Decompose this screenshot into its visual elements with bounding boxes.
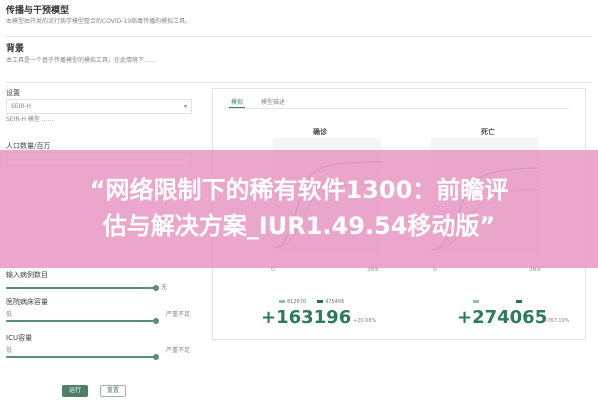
legend-swatch [516, 300, 523, 303]
overlay-banner: “网络限制下的稀有软件1300：前瞻评 估与解决方案_IUR1.49.54移动版… [0, 150, 598, 268]
slider-fill [6, 320, 156, 322]
divider [6, 82, 592, 83]
model-select-value: SEIR-H [11, 103, 31, 110]
banner-line-1: “网络限制下的稀有软件1300：前瞻评 [89, 176, 509, 204]
slider-handle[interactable] [153, 354, 159, 360]
section-label: 输入病例数目 [6, 271, 48, 279]
slider-group-1: 输入病例数目 无 [6, 270, 196, 293]
legend-swatch [473, 300, 479, 303]
slider-group-3: ICU容量 低 严重不足 [6, 333, 196, 360]
chevron-down-icon: ▾ [183, 103, 187, 110]
controls-heading: 设置 [6, 89, 20, 97]
reset-button[interactable]: 重置 [100, 385, 126, 397]
slider-fill [6, 287, 156, 289]
slider-right-label: 严重不足 [166, 347, 191, 354]
slider-handle[interactable] [153, 318, 159, 324]
divider [6, 36, 592, 37]
chart-title-confirmed: 确诊 [313, 128, 327, 136]
run-button[interactable]: 运行 [62, 385, 88, 397]
slider-left-label: 低 [6, 311, 13, 318]
slider-left-label: 低 [6, 347, 13, 354]
page-title: 传播与干预模型 [6, 6, 70, 16]
tab-simulation[interactable]: 模拟 [231, 98, 243, 107]
legend-swatch [279, 300, 285, 303]
background-text: 本工具是一个基于传播模型的模拟工具，在此情境下…… [6, 57, 157, 64]
legend-label: 812670 [287, 298, 307, 305]
stat-deaths: +274065 [457, 307, 548, 328]
stat-pct-confirmed: +20.08% [353, 318, 377, 324]
chart-title-deaths: 死亡 [481, 128, 495, 136]
intro-text: 本模型由开发的流行病学模型整合的COVID-19病毒传播的模拟工具。 [6, 18, 192, 25]
banner-line-2: 估与解决方案_IUR1.49.54移动版” [102, 212, 496, 240]
background-heading: 背景 [6, 44, 25, 54]
slider-group-2: 医院病床容量 低 严重不足 [6, 297, 196, 324]
stat-pct-deaths: +767.19% [543, 318, 570, 324]
legend-swatch [317, 300, 324, 303]
section-label: 医院病床容量 [6, 298, 48, 306]
section-label: ICU容量 [6, 334, 33, 342]
model-select[interactable]: SEIR-H ▾ [6, 99, 192, 114]
model-note: SEIR-H 模型 …… [6, 116, 54, 123]
slider-handle[interactable] [153, 285, 159, 291]
slider-fill [6, 356, 156, 358]
tab-model-description[interactable]: 模型描述 [261, 98, 285, 107]
divider [229, 108, 569, 109]
stat-confirmed: +163196 [261, 307, 352, 328]
slider-right-label: 无 [161, 284, 168, 291]
legend-label: 475406 [325, 298, 345, 305]
slider-right-label: 严重不足 [166, 311, 191, 318]
